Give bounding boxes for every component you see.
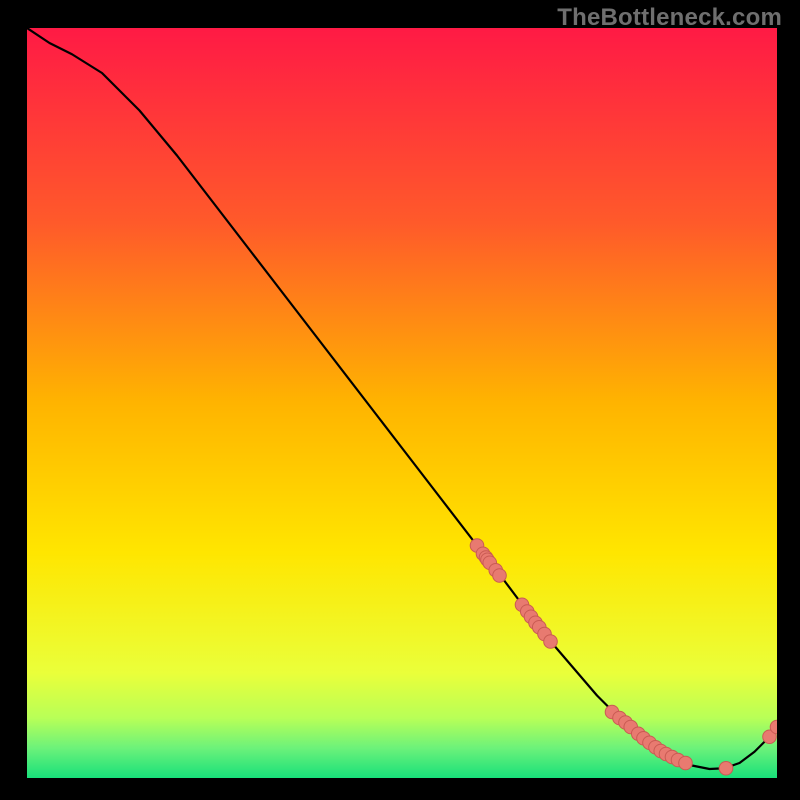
data-marker — [719, 761, 733, 775]
gradient-background — [27, 28, 777, 778]
data-marker — [493, 569, 507, 583]
plot-svg — [27, 28, 777, 778]
data-marker — [544, 635, 558, 649]
plot-area — [27, 28, 777, 778]
chart-frame: TheBottleneck.com — [0, 0, 800, 800]
data-marker — [679, 756, 693, 770]
